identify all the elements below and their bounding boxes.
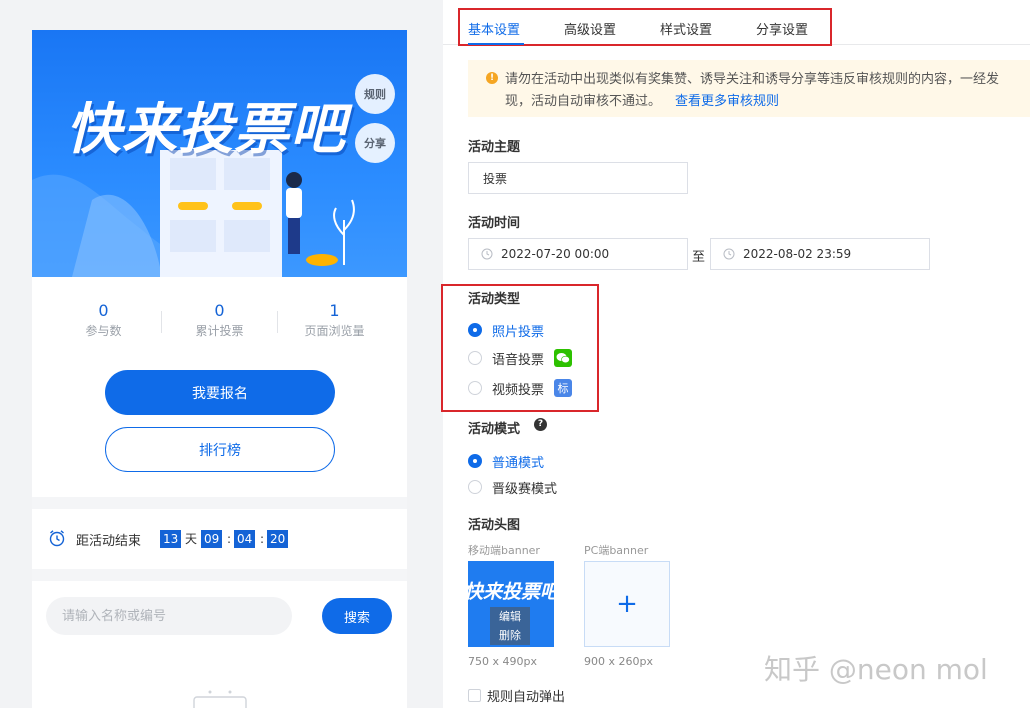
radio-label: 普通模式 [492, 455, 545, 471]
clock-icon [723, 248, 735, 260]
pc-banner-label: PC端banner [584, 544, 649, 557]
topic-value: 投票 [483, 171, 508, 186]
stat-value: 1 [329, 301, 340, 320]
auto-popup-rule-option[interactable]: 规则自动弹出 [468, 686, 565, 705]
type-option-audio[interactable]: 语音投票 [468, 348, 573, 368]
pc-banner-size: 900 x 260px [584, 655, 653, 668]
mode-label: 活动模式 [468, 422, 521, 437]
checkbox[interactable] [468, 689, 481, 702]
stat-label: 页面浏览量 [304, 324, 365, 338]
active-tab-indicator [468, 43, 524, 45]
delete-banner-button[interactable]: 删除 [490, 626, 530, 645]
stat-page-views: 1 页面浏览量 [277, 301, 392, 341]
start-time-input[interactable]: 2022-07-20 00:00 [468, 238, 688, 270]
countdown-hours: 09 [201, 530, 223, 548]
rule-button[interactable]: 规则 [355, 74, 395, 114]
banner-title: 快来投票吧 [66, 97, 347, 161]
countdown-days: 13 [160, 530, 182, 548]
mobile-banner-thumbnail[interactable]: 快来投票吧 编辑 删除 [468, 561, 554, 647]
notice-line-2-wrap: 现，活动自动审核不通过。 查看更多审核规则 [505, 91, 1030, 113]
pc-banner-upload[interactable]: + [584, 561, 670, 647]
tab-share-settings[interactable]: 分享设置 [756, 19, 808, 38]
stat-total-votes: 0 累计投票 [162, 301, 277, 341]
radio-button[interactable] [468, 323, 482, 337]
stat-label: 累计投票 [195, 324, 244, 338]
radio-label: 视频投票 [492, 382, 545, 398]
mobile-banner-label: 移动端banner [468, 544, 540, 557]
countdown-bar: 距活动结束 13 天 09 : 04 : 20 [32, 509, 407, 569]
tab-basic-settings[interactable]: 基本设置 [468, 19, 520, 38]
page-root: 快来投票吧 规则 分享 0 参与数 0 累计投票 1 页面浏览量 我要报名 排行… [0, 0, 1030, 708]
countdown-minutes: 04 [234, 530, 256, 548]
notice-line-2: 现，活动自动审核不通过。 [505, 94, 662, 109]
type-option-video[interactable]: 视频投票 标 [468, 378, 573, 398]
radio-label: 语音投票 [492, 352, 545, 368]
countdown-days-unit: 天 [185, 532, 198, 546]
type-label: 活动类型 [468, 292, 521, 307]
topic-label: 活动主题 [468, 140, 521, 155]
signup-button[interactable]: 我要报名 [105, 370, 335, 415]
clock-icon [481, 248, 493, 260]
activity-banner: 快来投票吧 规则 分享 [32, 30, 407, 277]
edit-banner-button[interactable]: 编辑 [490, 607, 530, 626]
search-input[interactable] [46, 597, 292, 635]
stat-value: 0 [98, 301, 109, 320]
radio-label: 晋级赛模式 [492, 481, 558, 497]
countdown-sep: : [227, 532, 232, 546]
mode-option-promotion[interactable]: 晋级赛模式 [468, 477, 557, 497]
review-rules-link[interactable]: 查看更多审核规则 [675, 94, 779, 109]
tab-advanced-settings[interactable]: 高级设置 [564, 19, 616, 38]
type-option-photo[interactable]: 照片投票 [468, 320, 544, 340]
empty-state-icon [193, 690, 247, 708]
stats-card: 0 参与数 0 累计投票 1 页面浏览量 我要报名 排行榜 [32, 277, 407, 497]
header-image-label: 活动头图 [468, 518, 521, 533]
radio-label: 照片投票 [492, 324, 545, 340]
notice-line-1: 请勿在活动中出现类似有奖集赞、诱导关注和诱导分享等违反审核规则的内容，一经发 [505, 72, 1000, 87]
countdown-seconds: 20 [267, 530, 289, 548]
review-notice: ! 请勿在活动中出现类似有奖集赞、诱导关注和诱导分享等违反审核规则的内容，一经发… [468, 60, 1030, 117]
countdown-sep: : [260, 532, 265, 546]
plus-icon: + [616, 589, 638, 619]
thumbnail-title: 快来投票吧 [468, 581, 554, 603]
stat-label: 参与数 [85, 324, 122, 338]
radio-button[interactable] [468, 480, 482, 494]
start-time-value: 2022-07-20 00:00 [501, 247, 610, 261]
checkbox-label: 规则自动弹出 [487, 690, 566, 705]
ranking-button[interactable]: 排行榜 [105, 427, 335, 472]
thumbnail-actions: 编辑 删除 [490, 607, 530, 645]
alarm-clock-icon [49, 530, 65, 547]
countdown-label: 距活动结束 [76, 534, 142, 549]
topic-input[interactable]: 投票 [468, 162, 688, 194]
warning-icon: ! [486, 72, 498, 84]
radio-button[interactable] [468, 381, 482, 395]
mobile-preview: 快来投票吧 规则 分享 0 参与数 0 累计投票 1 页面浏览量 我要报名 排行… [32, 30, 407, 708]
notice-text: 请勿在活动中出现类似有奖集赞、诱导关注和诱导分享等违反审核规则的内容，一经发 现… [505, 69, 1030, 113]
question-icon[interactable]: ? [534, 418, 547, 431]
tab-style-settings[interactable]: 样式设置 [660, 19, 712, 38]
time-range-separator: 至 [692, 250, 706, 265]
search-section: 搜索 [32, 581, 407, 708]
wechat-icon [554, 349, 573, 367]
standard-badge-icon: 标 [554, 379, 573, 397]
time-label: 活动时间 [468, 216, 521, 231]
share-button[interactable]: 分享 [355, 123, 395, 163]
radio-button[interactable] [468, 351, 482, 365]
mode-option-normal[interactable]: 普通模式 [468, 451, 544, 471]
settings-tabs: 基本设置 高级设置 样式设置 分享设置 [458, 8, 832, 46]
mobile-banner-size: 750 x 490px [468, 655, 537, 668]
stat-participants: 0 参与数 [46, 301, 161, 341]
search-button[interactable]: 搜索 [322, 598, 392, 634]
end-time-input[interactable]: 2022-08-02 23:59 [710, 238, 930, 270]
stat-value: 0 [214, 301, 225, 320]
radio-button[interactable] [468, 454, 482, 468]
zhihu-watermark: 知乎 @neon mol [764, 653, 988, 686]
end-time-value: 2022-08-02 23:59 [743, 247, 852, 261]
